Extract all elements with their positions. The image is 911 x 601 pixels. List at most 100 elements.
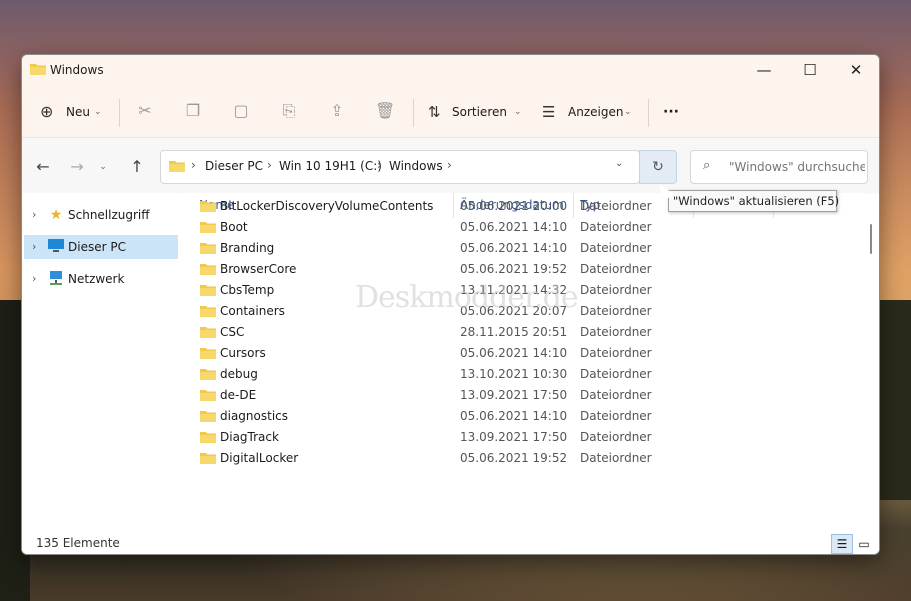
window-title: Windows — [50, 63, 104, 77]
file-name: diagnostics — [220, 409, 289, 423]
refresh-icon: ↻ — [652, 159, 664, 175]
chevron-down-icon: ⌄ — [514, 107, 522, 117]
network-icon — [48, 271, 64, 287]
file-name: Containers — [220, 304, 285, 318]
file-name: DiagTrack — [220, 430, 279, 444]
file-type: Dateiordner — [580, 451, 652, 465]
back-arrow-icon[interactable]: ← — [32, 156, 54, 178]
view-label: Anzeigen — [568, 105, 624, 119]
maximize-button[interactable]: ☐ — [787, 55, 833, 87]
file-type: Dateiordner — [580, 325, 652, 339]
sidebar-item-label: Dieser PC — [68, 240, 126, 254]
folder-icon — [200, 264, 216, 275]
chevron-down-icon[interactable]: ⌄ — [92, 156, 114, 178]
breadcrumb-drive[interactable]: Win 10 19H1 (C:) — [279, 159, 382, 173]
sidebar-item-this-pc[interactable]: › Dieser PC — [24, 235, 178, 259]
file-date: 13.10.2021 10:30 — [460, 367, 568, 381]
chevron-right-icon[interactable]: › — [32, 203, 36, 227]
cut-icon[interactable]: ✂ — [135, 100, 155, 122]
rename-icon[interactable]: ⎘ — [279, 100, 299, 122]
folder-icon — [30, 64, 46, 75]
new-button[interactable]: ⊕ Neu ⌄ — [40, 99, 108, 125]
file-type: Dateiordner — [580, 346, 652, 360]
file-list: ⌃ Name Änderungsdatum Typ assembly10.10.… — [182, 193, 866, 529]
forward-arrow-icon[interactable]: → — [66, 156, 88, 178]
sort-label: Sortieren — [452, 105, 507, 119]
folder-icon — [200, 327, 216, 338]
file-date: 05.06.2021 20:00 — [460, 199, 568, 213]
breadcrumb-windows[interactable]: Windows — [389, 159, 443, 173]
file-name: CSC — [220, 325, 245, 339]
file-type: Dateiordner — [580, 367, 652, 381]
refresh-button[interactable]: ↻ — [639, 150, 677, 184]
table-row[interactable]: DigitalLocker 05.06.2021 19:52 Dateiordner — [196, 448, 856, 469]
table-row[interactable]: Boot 05.06.2021 14:10 Dateiordner — [196, 217, 856, 238]
table-row[interactable]: BrowserCore 05.06.2021 19:52 Dateiordner — [196, 259, 856, 280]
folder-icon — [169, 161, 185, 172]
chevron-right-icon: › — [191, 158, 196, 172]
chevron-down-icon[interactable]: ⌄ — [615, 158, 623, 169]
computer-icon — [48, 239, 64, 255]
file-type: Dateiordner — [580, 241, 652, 255]
sort-button[interactable]: ⇅ Sortieren ⌄ — [428, 99, 522, 125]
close-button[interactable]: ✕ — [833, 55, 879, 87]
file-date: 28.11.2015 20:51 — [460, 325, 568, 339]
details-view-button[interactable]: ☰ — [831, 534, 853, 554]
table-row[interactable]: diagnostics 05.06.2021 14:10 Dateiordner — [196, 406, 856, 427]
table-row[interactable]: CSC 28.11.2015 20:51 Dateiordner — [196, 322, 856, 343]
folder-icon — [200, 390, 216, 401]
search-input[interactable] — [727, 157, 867, 177]
share-icon[interactable]: ⇪ — [327, 100, 347, 122]
folder-icon — [200, 348, 216, 359]
scrollbar-thumb[interactable] — [870, 224, 872, 254]
sidebar-item-network[interactable]: › Netzwerk — [24, 267, 178, 291]
delete-icon[interactable]: 🗑 — [375, 100, 395, 122]
file-type: Dateiordner — [580, 283, 652, 297]
copy-icon[interactable]: ❐ — [183, 100, 203, 122]
file-name: BrowserCore — [220, 262, 297, 276]
file-name: debug — [220, 367, 258, 381]
file-date: 05.06.2021 19:52 — [460, 262, 568, 276]
folder-icon — [200, 243, 216, 254]
view-button[interactable]: ☰ Anzeigen ⌄ — [542, 99, 634, 125]
chevron-down-icon: ⌄ — [94, 107, 102, 117]
folder-icon — [200, 285, 216, 296]
file-name: Boot — [220, 220, 248, 234]
chevron-right-icon: › — [377, 158, 382, 172]
refresh-tooltip: "Windows" aktualisieren (F5) — [668, 190, 839, 212]
address-bar[interactable]: › Dieser PC › Win 10 19H1 (C:) › Windows… — [160, 150, 640, 184]
sort-icon: ⇅ — [428, 103, 441, 121]
folder-icon — [200, 222, 216, 233]
search-box[interactable]: ⌕ — [690, 150, 868, 184]
file-date: 13.09.2021 17:50 — [460, 388, 568, 402]
minimize-button[interactable]: — — [741, 55, 787, 87]
more-options-button[interactable]: ··· — [663, 99, 691, 125]
chevron-right-icon: › — [267, 158, 272, 172]
vertical-scrollbar[interactable] — [868, 219, 874, 524]
item-count: 135 Elemente — [36, 536, 120, 550]
chevron-right-icon[interactable]: › — [32, 235, 36, 259]
tiles-view-button[interactable]: ▭ — [853, 534, 875, 554]
divider — [119, 99, 120, 127]
breadcrumb-this-pc[interactable]: Dieser PC — [205, 159, 263, 173]
table-row[interactable]: debug 13.10.2021 10:30 Dateiordner — [196, 364, 856, 385]
up-arrow-icon[interactable]: ↑ — [126, 156, 148, 178]
folder-icon — [200, 306, 216, 317]
file-type: Dateiordner — [580, 304, 652, 318]
sidebar-item-quick-access[interactable]: › ★ Schnellzugriff — [24, 203, 178, 227]
table-row[interactable]: Cursors 05.06.2021 14:10 Dateiordner — [196, 343, 856, 364]
chevron-right-icon: › — [447, 158, 452, 172]
table-row[interactable]: de-DE 13.09.2021 17:50 Dateiordner — [196, 385, 856, 406]
file-name: de-DE — [220, 388, 257, 402]
file-name: Cursors — [220, 346, 266, 360]
title-bar[interactable]: Windows — ☐ ✕ — [22, 55, 879, 87]
chevron-right-icon[interactable]: › — [32, 267, 36, 291]
sidebar-item-label: Netzwerk — [68, 272, 125, 286]
chevron-down-icon: ⌄ — [624, 107, 632, 117]
table-row[interactable]: DiagTrack 13.09.2021 17:50 Dateiordner — [196, 427, 856, 448]
folder-icon — [200, 201, 216, 212]
paste-icon[interactable]: ▢ — [231, 100, 251, 122]
star-icon: ★ — [49, 207, 63, 223]
table-row[interactable]: Branding 05.06.2021 14:10 Dateiordner — [196, 238, 856, 259]
new-label: Neu — [66, 105, 90, 119]
